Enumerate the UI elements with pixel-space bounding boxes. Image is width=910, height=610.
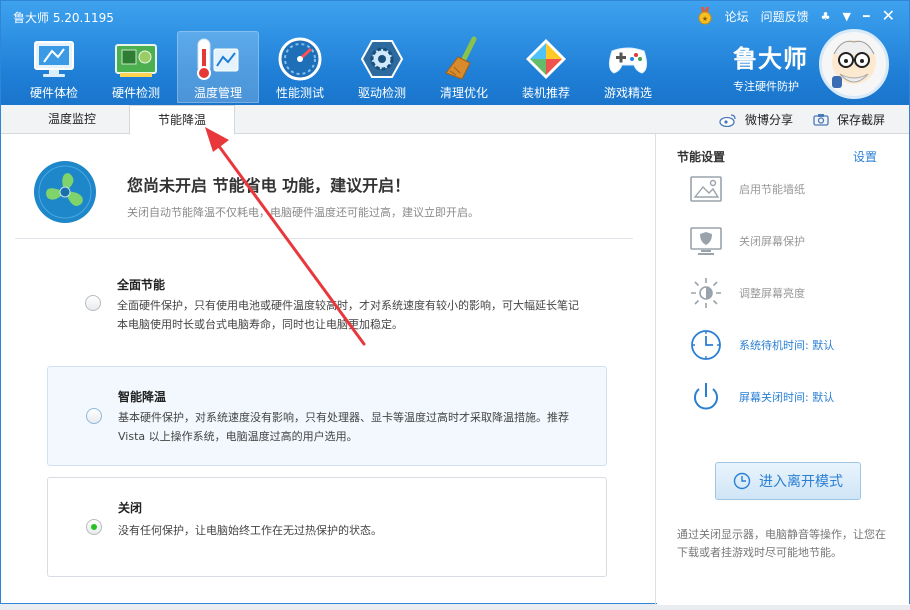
save-screenshot-button[interactable]: 保存截屏 [813, 105, 885, 134]
sidebar-title: 节能设置 [677, 150, 726, 164]
forum-link[interactable]: 论坛 [725, 8, 749, 25]
window-title: 鲁大师 5.20.1195 [13, 11, 114, 25]
option-title: 智能降温 [118, 390, 167, 404]
nav-item-performance[interactable]: 性能测试 [259, 31, 341, 103]
brightness-icon [691, 278, 721, 308]
title-bar-controls: ★ 论坛 问题反馈 ♣ ▼ ━ ✕ [697, 7, 895, 25]
radio-full-saving[interactable] [85, 295, 101, 311]
setting-energy-wallpaper[interactable]: 启用节能墙纸 [689, 172, 899, 206]
camera-icon [813, 114, 829, 126]
monitor-icon [34, 41, 74, 77]
nav-item-hardware-detect[interactable]: 硬件检测 [95, 31, 177, 103]
option-desc: 全面硬件保护，只有使用电池或硬件温度较高时，才对系统速度有较小的影响，可大幅延长… [117, 299, 579, 331]
setting-screensaver[interactable]: 关闭屏幕保护 [689, 224, 899, 258]
wallpaper-icon [690, 176, 722, 202]
nav-item-temperature[interactable]: 温度管理 [177, 31, 259, 103]
energy-saving-panel: 您尚未开启 节能省电 功能，建议开启！ 关闭自动节能降温不仅耗电，电脑硬件温度还… [15, 134, 643, 605]
brand: 鲁大师 专注硬件防护 [733, 39, 808, 94]
clock-icon [733, 472, 751, 490]
radio-smart-cooling[interactable] [86, 408, 102, 424]
away-mode-note: 通过关闭显示器，电脑静音等操作，让您在下载或者挂游戏时尽可能地节能。 [677, 528, 886, 559]
setting-standby-time[interactable]: 系统待机时间: 默认 [689, 328, 899, 362]
menu-icon[interactable]: ▼ [843, 10, 851, 23]
feedback-link[interactable]: 问题反馈 [761, 8, 809, 25]
app-window: 鲁大师 5.20.1195 ★ 论坛 问题反馈 ♣ ▼ ━ ✕ 硬件体检 硬件检… [0, 0, 910, 605]
radio-off[interactable] [86, 519, 102, 535]
screen-shield-icon [690, 227, 722, 255]
vertical-divider [655, 134, 656, 605]
nav-item-hardware-checkup[interactable]: 硬件体检 [13, 31, 95, 103]
fan-icon [34, 161, 96, 223]
medal-icon[interactable]: ★ [697, 7, 713, 25]
sub-navigation: 温度监控 节能降温 微博分享 保存截屏 [1, 105, 909, 135]
speedometer-icon [278, 37, 322, 81]
svg-text:★: ★ [701, 15, 707, 23]
mascot-avatar [819, 29, 889, 99]
main-nav: 硬件体检 硬件检测 温度管理 性能测试 驱动检测 清理优化 装机推荐 游戏精选 [13, 31, 669, 103]
settings-sidebar: 节能设置 设置 启用节能墙纸 关闭屏幕保护 调整屏幕亮度 系统待机时间: 默认 … [657, 134, 909, 605]
option-off[interactable]: 关闭 没有任何保护，让电脑始终工作在无过热保护的状态。 [47, 477, 607, 577]
nav-item-games[interactable]: 游戏精选 [587, 31, 669, 103]
skin-icon[interactable]: ♣ [821, 10, 831, 23]
brand-slogan: 专注硬件防护 [733, 80, 799, 93]
tab-energy-saving[interactable]: 节能降温 [129, 105, 235, 135]
broom-icon [445, 36, 477, 80]
divider [15, 238, 633, 239]
cube-icon [526, 39, 566, 79]
tab-temperature-monitor[interactable]: 温度监控 [15, 105, 129, 134]
mascot-face-icon [832, 40, 876, 88]
option-title: 关闭 [118, 501, 143, 515]
drive-gear-icon [360, 40, 404, 78]
page-headline: 您尚未开启 节能省电 功能，建议开启！ [127, 176, 411, 195]
nav-item-cleanup[interactable]: 清理优化 [423, 31, 505, 103]
option-desc: 基本硬件保护，对系统速度没有影响，只有处理器、显卡等温度过高时才采取降温措施。推… [118, 411, 569, 443]
enter-away-mode-button[interactable]: 进入离开模式 [715, 462, 861, 500]
clock-icon [691, 330, 721, 360]
thermometer-icon [197, 38, 239, 80]
page-subline: 关闭自动节能降温不仅耗电，电脑硬件温度还可能过高，建议立即开启。 [127, 206, 479, 219]
nav-item-build-recommend[interactable]: 装机推荐 [505, 31, 587, 103]
power-icon [694, 383, 718, 410]
circuit-board-icon [115, 44, 157, 77]
close-icon[interactable]: ✕ [882, 8, 895, 24]
setting-brightness[interactable]: 调整屏幕亮度 [689, 276, 899, 310]
settings-link[interactable]: 设置 [853, 148, 877, 165]
weibo-share-button[interactable]: 微博分享 [719, 105, 793, 134]
weibo-icon [719, 113, 736, 127]
setting-screen-off-time[interactable]: 屏幕关闭时间: 默认 [689, 380, 899, 414]
option-title: 全面节能 [117, 278, 166, 292]
option-full-saving[interactable]: 全面节能 全面硬件保护，只有使用电池或硬件温度较高时，才对系统速度有较小的影响，… [47, 264, 607, 354]
option-smart-cooling[interactable]: 智能降温 基本硬件保护，对系统速度没有影响，只有处理器、显卡等温度过高时才采取降… [47, 366, 607, 466]
option-desc: 没有任何保护，让电脑始终工作在无过热保护的状态。 [118, 524, 382, 537]
minimize-icon[interactable]: ━ [863, 10, 870, 23]
gamepad-icon [608, 47, 648, 74]
header: 鲁大师 5.20.1195 ★ 论坛 问题反馈 ♣ ▼ ━ ✕ 硬件体检 硬件检… [1, 1, 909, 105]
brand-name: 鲁大师 [733, 45, 808, 73]
nav-item-driver[interactable]: 驱动检测 [341, 31, 423, 103]
